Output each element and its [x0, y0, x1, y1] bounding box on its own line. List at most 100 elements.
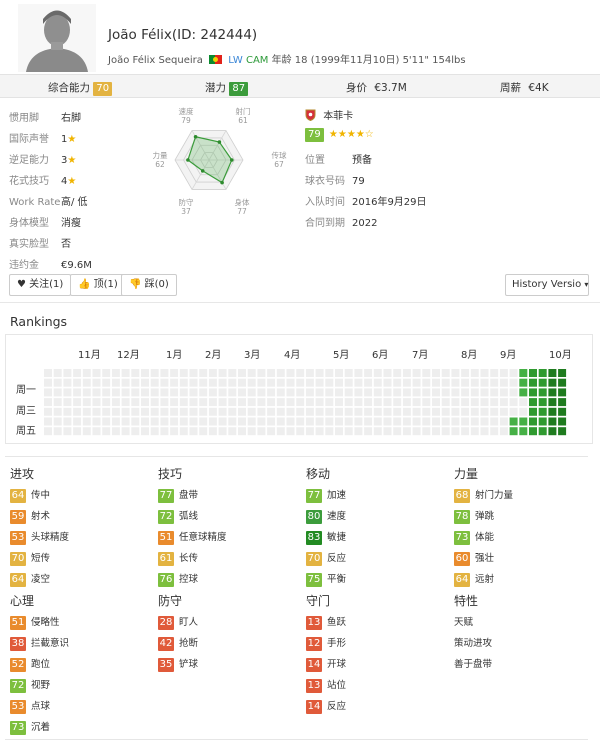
heatmap-cell: [354, 378, 363, 387]
info-value: 右脚: [61, 113, 81, 124]
history-version-label: History Versio: [512, 279, 582, 290]
heatmap-cell: [519, 369, 528, 377]
club-info-label: 合同到期: [305, 218, 345, 229]
heatmap-cell: [393, 369, 402, 377]
like-button[interactable]: 👍 顶(1): [70, 274, 126, 296]
follow-button[interactable]: ♥ 关注(1): [9, 274, 72, 296]
trait-item: 善于盘带: [454, 659, 493, 670]
heatmap-cell: [267, 417, 276, 426]
player-subinfo: João Félix Sequeira LW CAM 年龄 18 (1999年1…: [108, 51, 466, 66]
heatmap-cell: [238, 417, 246, 426]
heatmap-cell: [373, 398, 382, 407]
heatmap-cell: [63, 388, 72, 397]
heatmap-cell: [519, 378, 528, 387]
info-value: 否: [61, 239, 71, 250]
heatmap-cell: [509, 407, 518, 416]
chevron-down-icon: ▾: [584, 280, 589, 289]
heatmap-cell: [102, 407, 111, 416]
heatmap-cell: [170, 378, 179, 387]
heatmap-cell: [228, 369, 237, 377]
heatmap-cell: [276, 369, 285, 377]
attribute-item: 38 拦截意识: [10, 635, 69, 651]
heatmap-cell: [470, 427, 479, 436]
info-value: 3★: [61, 155, 77, 166]
attribute-label: 任意球精度: [179, 532, 227, 543]
heatmap-cell: [257, 388, 266, 397]
heatmap-cell: [558, 417, 567, 426]
radar-point: [193, 134, 198, 139]
heatmap-cell: [315, 398, 324, 407]
heatmap-cell: [199, 378, 208, 387]
attribute-item: 72 视野: [10, 677, 50, 693]
heatmap-cell: [179, 417, 188, 426]
attribute-item: 42 抢断: [158, 635, 198, 651]
heatmap-cell: [393, 427, 402, 436]
heatmap-cell: [412, 378, 421, 387]
heatmap-cell: [267, 378, 276, 387]
heatmap-cell: [499, 378, 508, 387]
heatmap-cell: [529, 427, 537, 436]
heatmap-cell: [73, 417, 82, 426]
player-avatar: [18, 4, 96, 72]
heatmap-cell: [44, 427, 52, 436]
heatmap-cell: [92, 427, 101, 436]
club-name[interactable]: 本菲卡: [323, 111, 353, 122]
heatmap-cell: [461, 407, 470, 416]
category-title: 力量: [454, 467, 479, 481]
heatmap-cell: [373, 378, 382, 387]
heatmap-cell: [63, 369, 72, 377]
heatmap-cell: [92, 369, 101, 377]
position-main[interactable]: LW: [228, 55, 243, 66]
dislike-button[interactable]: 👎 踩(0): [121, 274, 177, 296]
attribute-radar-chart: 射门 61 传球 67 身体 77 防守 37 力量 62 速度 79: [152, 104, 300, 216]
heatmap-cell: [276, 407, 285, 416]
radar-label: 射门: [236, 106, 251, 116]
category-title: 移动: [306, 467, 331, 481]
heatmap-cell: [73, 407, 82, 416]
attribute-value-badge: 78: [454, 510, 470, 524]
heatmap-cell: [480, 378, 489, 387]
heatmap-cell: [325, 417, 334, 426]
heatmap-cell: [412, 388, 421, 397]
month-label: 5月: [333, 350, 350, 361]
attribute-label: 射术: [31, 511, 51, 522]
heatmap-cell: [296, 398, 305, 407]
heatmap-cell: [170, 398, 179, 407]
heatmap-cell: [538, 378, 547, 387]
category-title: 心理: [10, 594, 35, 608]
heatmap-cell: [470, 407, 479, 416]
heatmap-cell: [218, 388, 227, 397]
heatmap-cell: [402, 369, 411, 377]
heatmap-cell: [490, 398, 499, 407]
heatmap-cell: [102, 388, 111, 397]
divider: [5, 456, 588, 457]
heatmap-cell: [529, 388, 537, 397]
heatmap-cell: [208, 398, 217, 407]
position-alt[interactable]: CAM: [246, 55, 268, 66]
attribute-label: 头球精度: [31, 532, 70, 543]
heatmap-cell: [296, 407, 305, 416]
heatmap-cell: [257, 427, 266, 436]
heatmap-cell: [305, 417, 314, 426]
category-title: 守门: [306, 594, 331, 608]
heatmap-cell: [238, 369, 246, 377]
heatmap-cell: [131, 398, 140, 407]
history-version-select[interactable]: History Versio ▾: [505, 274, 589, 296]
heatmap-cell: [373, 417, 382, 426]
attribute-value-badge: 68: [454, 489, 470, 503]
radar-label: 速度: [179, 106, 194, 116]
heatmap-cell: [257, 417, 266, 426]
heatmap-cell: [519, 407, 528, 416]
info-value: 1★: [61, 134, 77, 145]
heatmap-cell: [111, 369, 120, 377]
heatmap-cell: [160, 369, 169, 377]
value-stat: 身价 €3.7M: [346, 80, 407, 95]
club-info-row: 入队时间 2016年9月29日: [305, 193, 427, 208]
heatmap-cell: [150, 427, 159, 436]
trait-item: 天赋: [454, 617, 474, 628]
heatmap-cell: [102, 378, 111, 387]
club-rating-row: 79 ★★★★☆: [305, 128, 374, 142]
heatmap-cell: [179, 388, 188, 397]
info-row: 花式技巧 4★: [9, 172, 76, 187]
attribute-value-badge: 42: [158, 637, 174, 651]
